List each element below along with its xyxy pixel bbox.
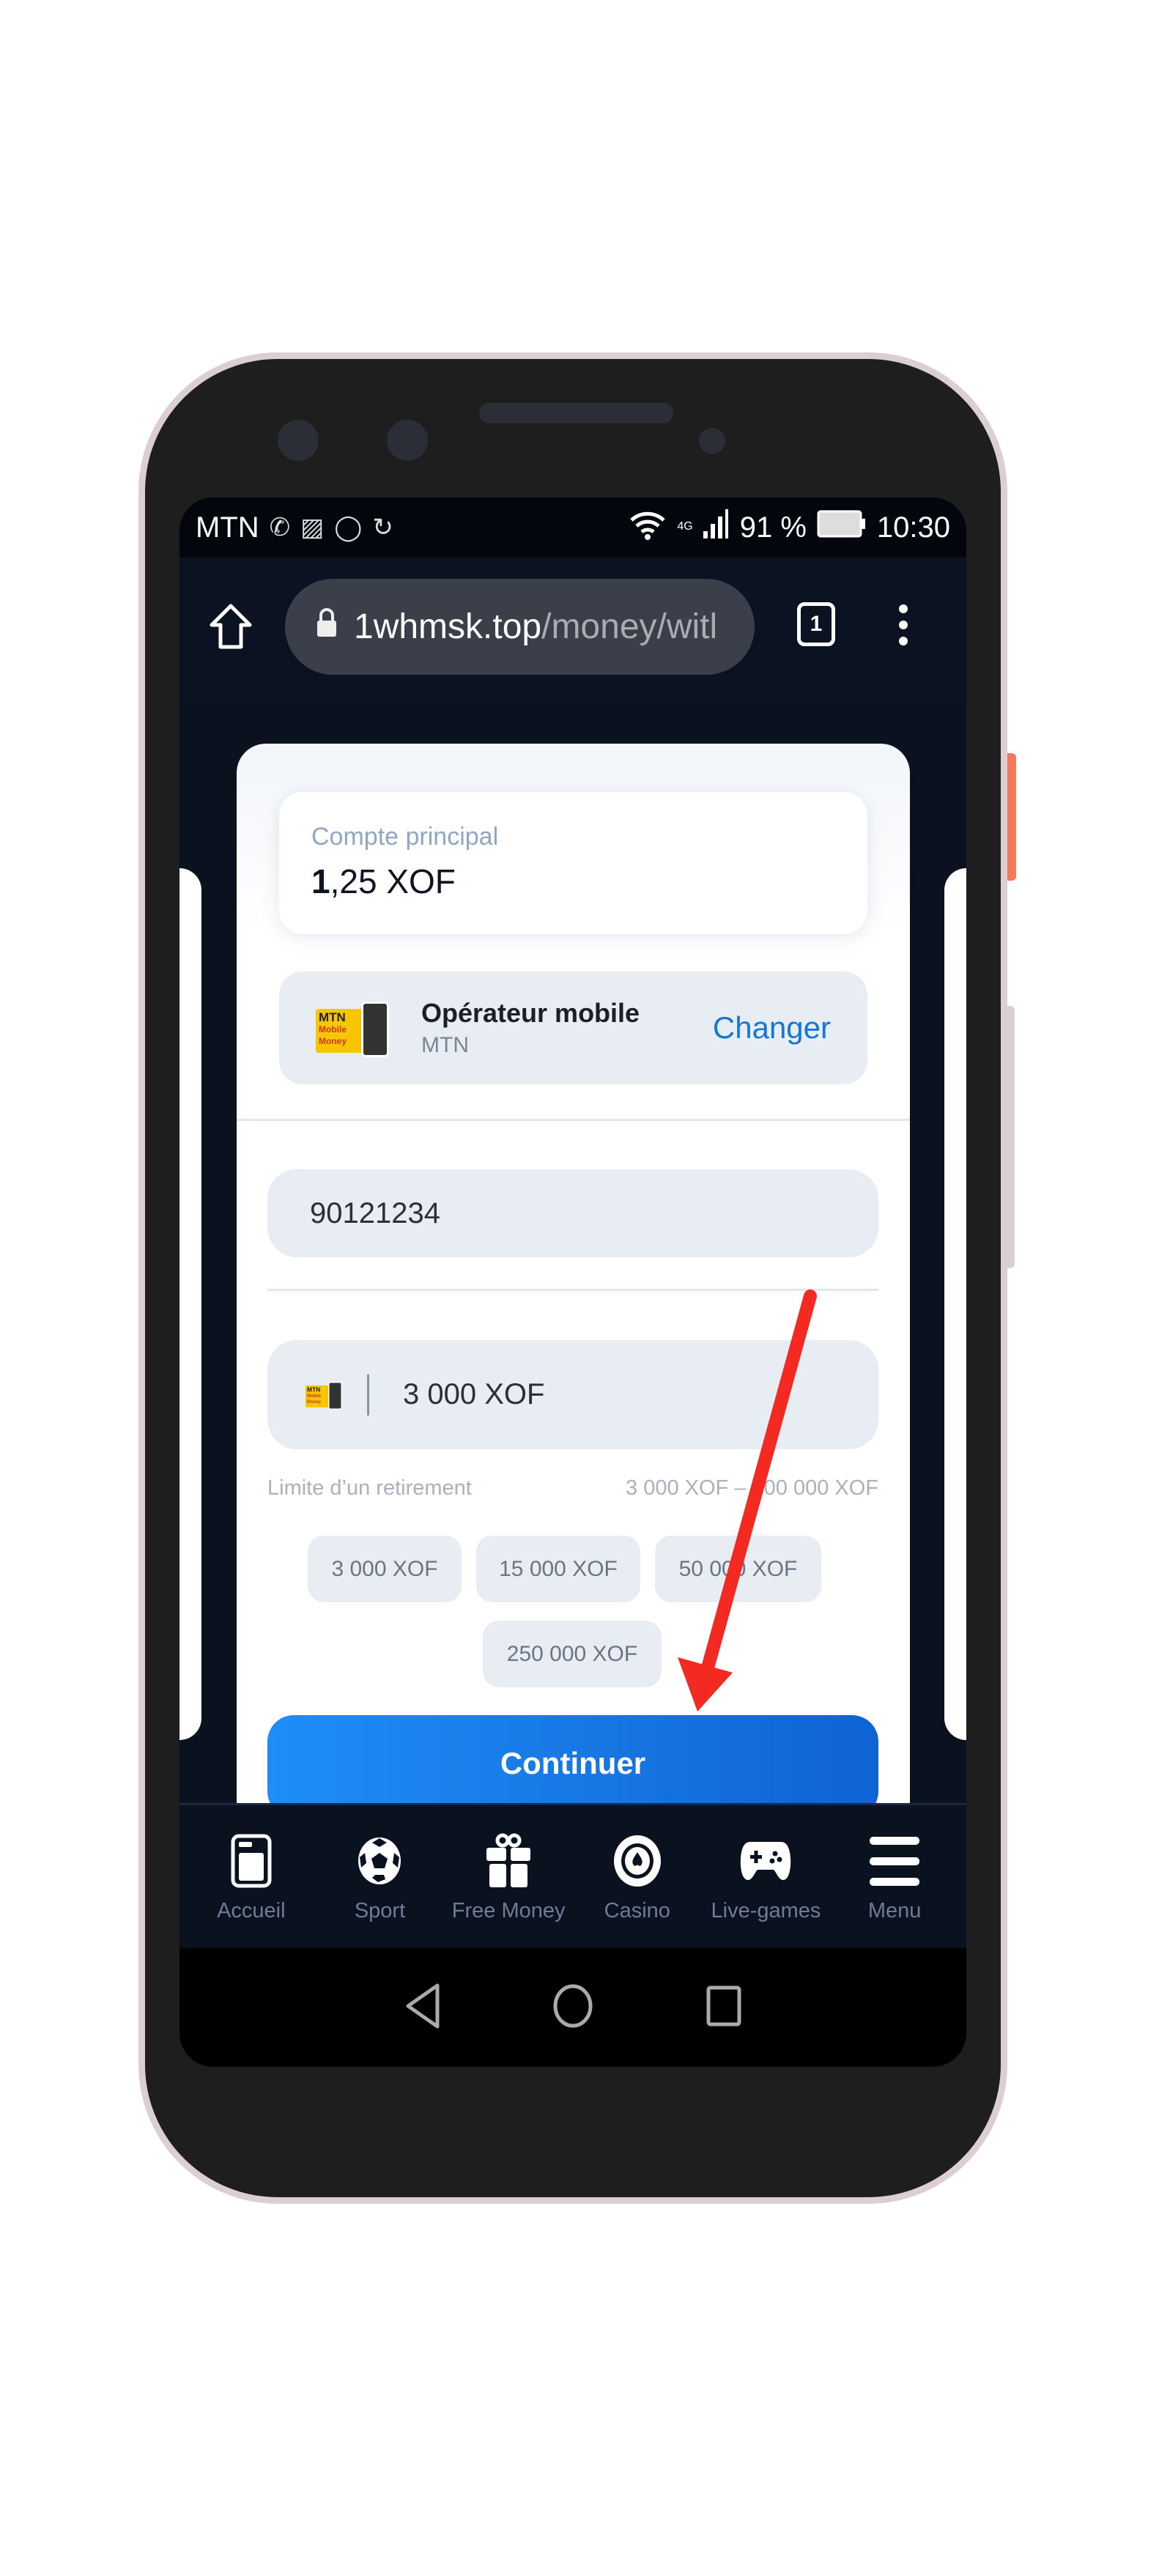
annotation-arrow [678,1289,817,1711]
